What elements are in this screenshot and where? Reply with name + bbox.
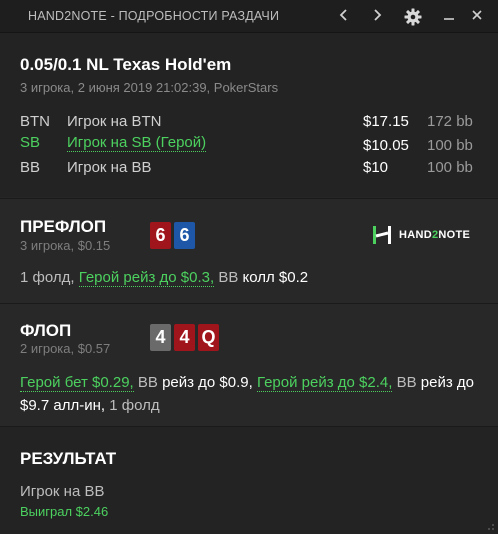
player-row: BB Игрок на BB $10 100 bb (0, 159, 498, 179)
winnings: Выиграл $2.46 (20, 504, 109, 519)
minimize-button[interactable] (438, 6, 460, 26)
fold-action: 1 фолд, (20, 269, 75, 286)
street-subtitle: 2 игрока, $0.57 (20, 341, 111, 356)
close-icon (472, 10, 482, 20)
previous-hand-button[interactable] (333, 6, 355, 26)
action-player[interactable]: BB (397, 374, 417, 391)
hand-subtitle: 3 игрока, 2 июня 2019 21:02:39, PokerSta… (20, 80, 279, 95)
player-stack: $10.05 (363, 137, 409, 154)
fold-action: 1 фолд (109, 397, 160, 414)
title-bar: HAND2NOTE - ПОДРОБНОСТИ РАЗДАЧИ (0, 0, 498, 33)
player-position: BTN (20, 113, 50, 130)
action-player[interactable]: BB (138, 374, 158, 391)
chevron-left-icon (339, 9, 347, 21)
player-stack-bb: 100 bb (427, 159, 473, 176)
player-position: BB (20, 159, 41, 176)
action-player[interactable]: BB (218, 269, 238, 286)
result-title: РЕЗУЛЬТАТ (20, 449, 117, 468)
hero-action[interactable]: Герой бет $0.29, (20, 374, 134, 392)
player-name[interactable]: Игрок на BB (67, 159, 151, 176)
player-name[interactable]: Игрок на BTN (67, 113, 161, 130)
game-title: 0.05/0.1 NL Texas Hold'em (20, 55, 232, 74)
preflop-actions: 1 фолд, Герой рейз до $0.3, BB колл $0.2 (20, 266, 486, 289)
player-row-hero: SB Игрок на SB (Герой) $10.05 100 bb (0, 134, 498, 154)
card: 4 (174, 324, 195, 351)
winner-name[interactable]: Игрок на BB (20, 483, 104, 500)
card: Q (198, 324, 219, 351)
player-stack-bb: 100 bb (427, 137, 473, 154)
hole-cards: 6 6 (150, 222, 195, 249)
settings-button[interactable] (402, 6, 424, 26)
close-button[interactable] (466, 6, 488, 26)
preflop-section: ПРЕФЛОП 3 игрока, $0.15 6 6 HAND2NOTE 1 … (0, 198, 498, 303)
chevron-right-icon (374, 9, 382, 21)
minimize-icon (444, 18, 454, 20)
hand2note-logo: HAND2NOTE (371, 224, 470, 246)
player-stack-bb: 172 bb (427, 113, 473, 130)
street-title: ПРЕФЛОП (20, 217, 107, 236)
flop-section: ФЛОП 2 игрока, $0.57 4 4 Q Герой бет $0.… (0, 303, 498, 426)
board-cards: 4 4 Q (150, 324, 219, 351)
player-stack: $17.15 (363, 113, 409, 130)
street-subtitle: 3 игрока, $0.15 (20, 238, 111, 253)
window-title: HAND2NOTE - ПОДРОБНОСТИ РАЗДАЧИ (28, 9, 280, 23)
flop-actions: Герой бет $0.29, BB рейз до $0.9, Герой … (20, 371, 486, 417)
hand-info-section: 0.05/0.1 NL Texas Hold'em 3 игрока, 2 ию… (0, 33, 498, 197)
hand2note-logo-icon (373, 226, 391, 244)
logo-text: HAND2NOTE (399, 229, 471, 241)
card: 4 (150, 324, 171, 351)
hero-player-name[interactable]: Игрок на SB (Герой) (67, 134, 207, 152)
card: 6 (174, 222, 195, 249)
action: рейз до $0.9, (162, 374, 253, 391)
hero-action[interactable]: Герой рейз до $0.3, (78, 269, 215, 287)
gear-icon (404, 8, 422, 26)
result-section: РЕЗУЛЬТАТ Игрок на BB Выиграл $2.46 (0, 426, 498, 534)
card: 6 (150, 222, 171, 249)
player-stack: $10 (363, 159, 389, 176)
action: колл $0.2 (242, 269, 309, 286)
street-title: ФЛОП (20, 321, 72, 340)
player-position: SB (20, 134, 41, 151)
player-row: BTN Игрок на BTN $17.15 172 bb (0, 113, 498, 133)
hero-action[interactable]: Герой рейз до $2.4, (256, 374, 393, 392)
next-hand-button[interactable] (366, 6, 388, 26)
resize-grip-icon[interactable] (485, 521, 495, 531)
